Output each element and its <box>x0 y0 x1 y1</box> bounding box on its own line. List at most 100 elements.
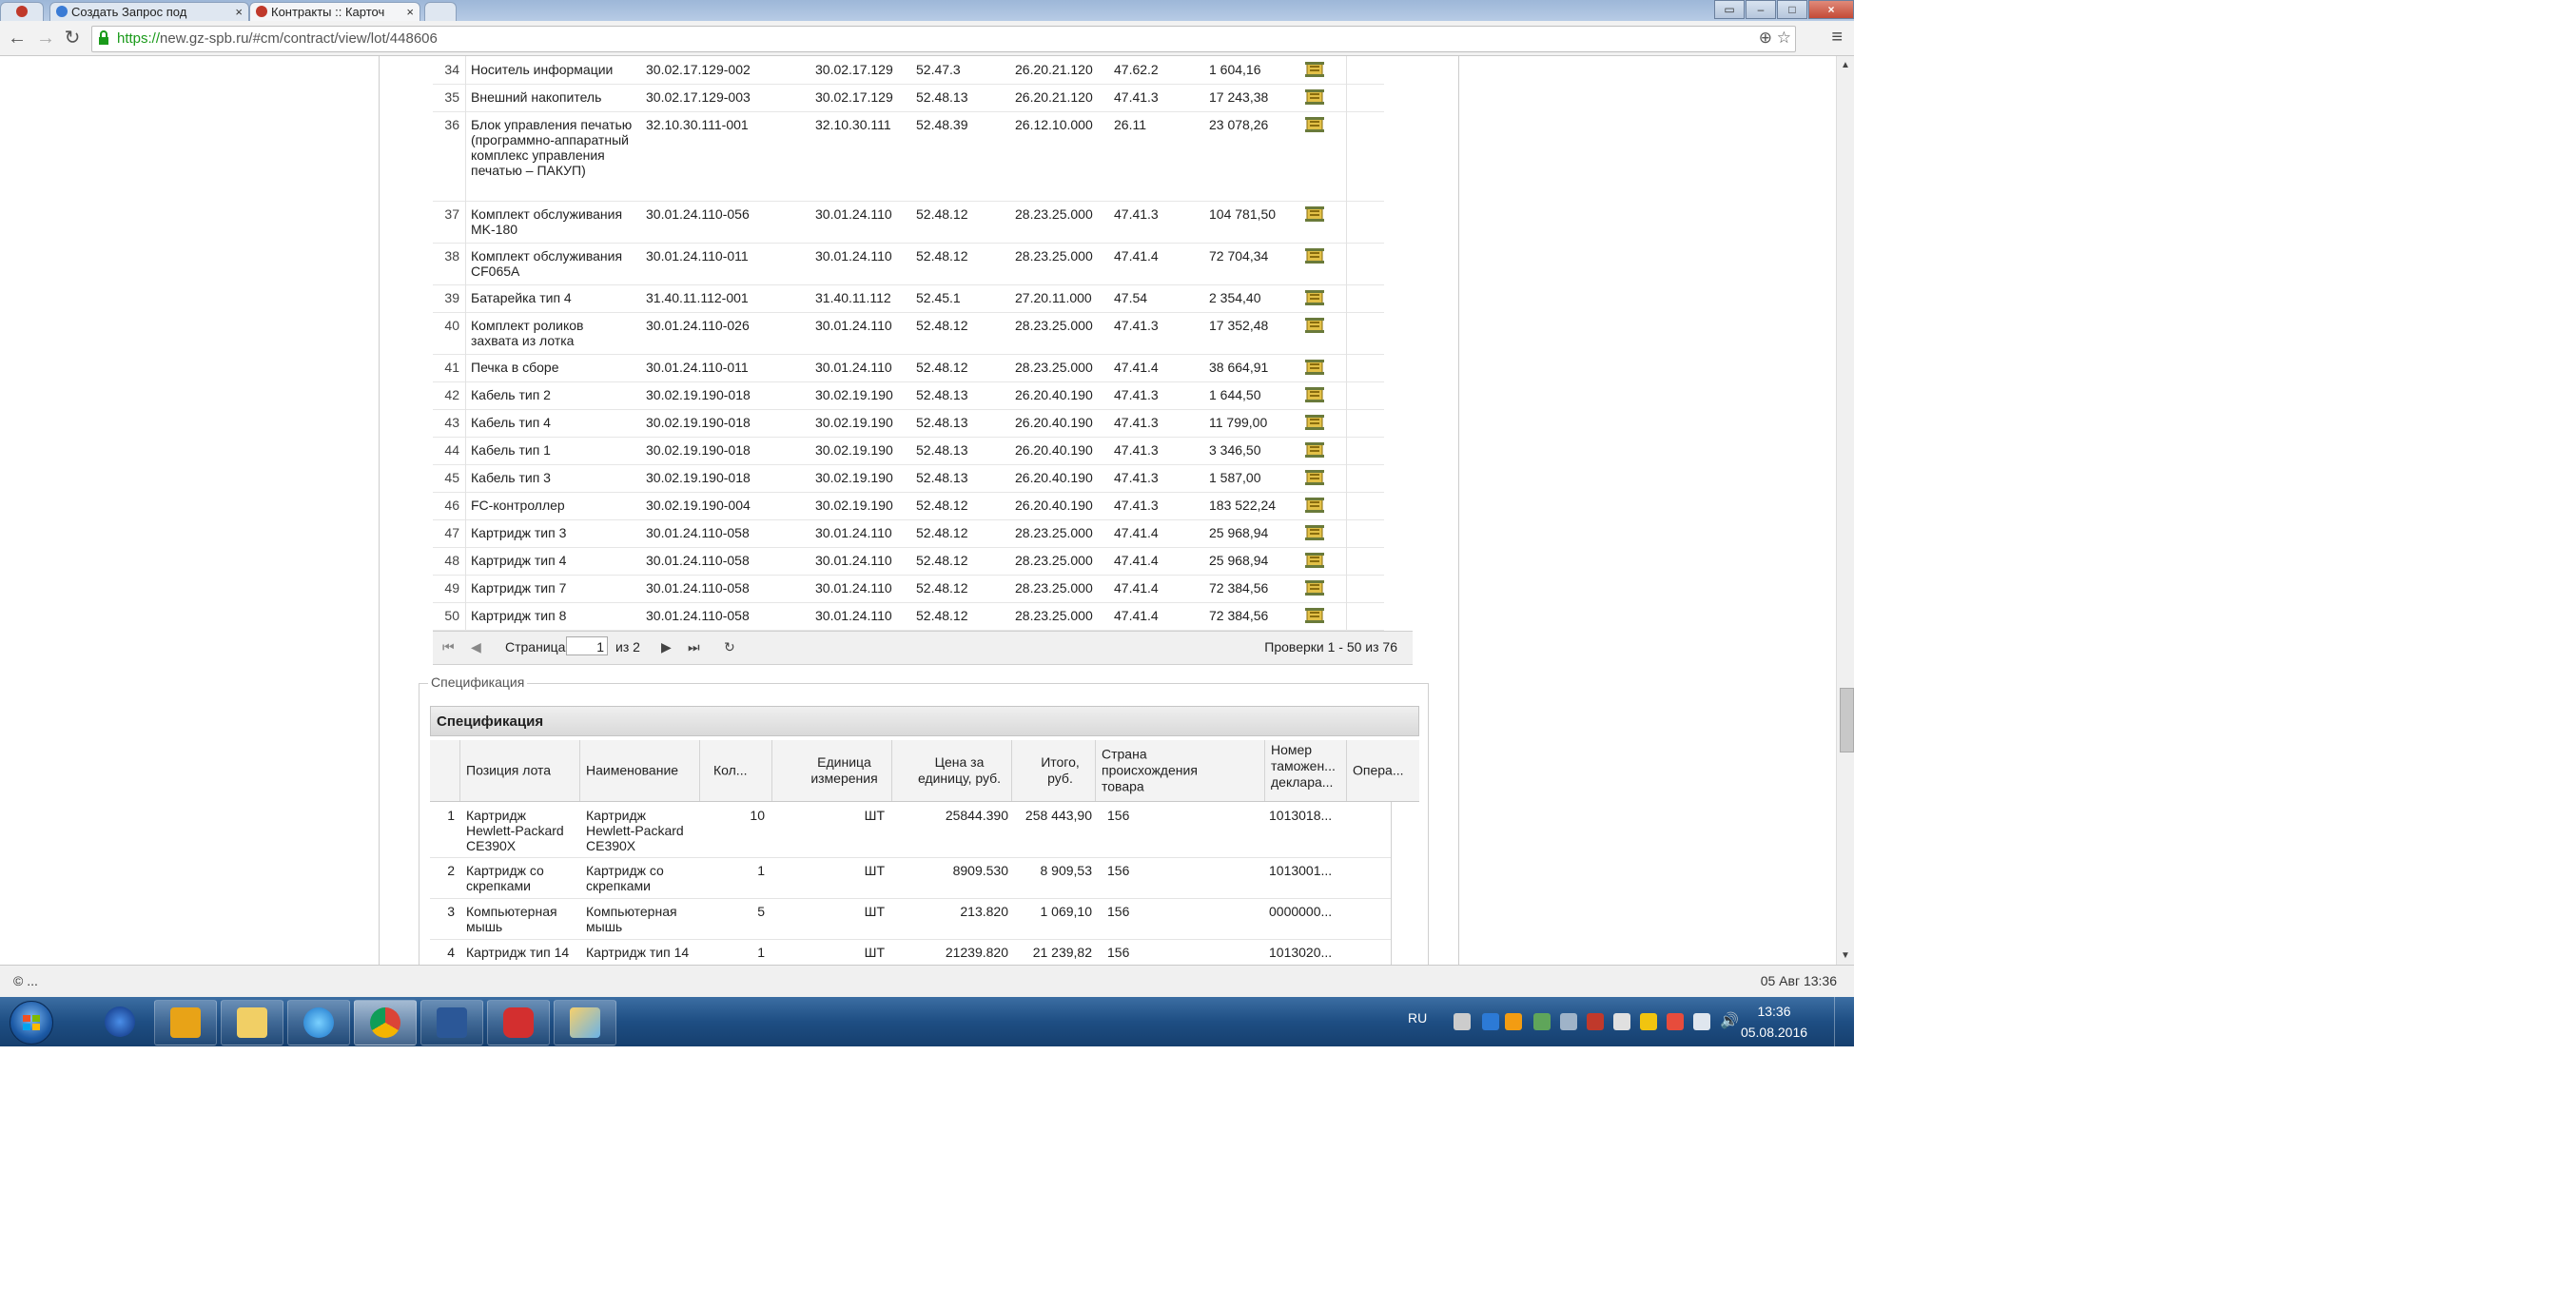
document-icon[interactable] <box>1305 470 1324 485</box>
table-row[interactable]: 49 Картридж тип 7 30.01.24.110-058 30.01.24… <box>433 575 1384 603</box>
table-row[interactable]: 39 Батарейка тип 4 31.40.11.112-001 31.40.1… <box>433 284 1384 313</box>
prev-page-icon[interactable]: ◀ <box>471 639 481 655</box>
spec-row[interactable]: 3 Компьютерная мышь Компьютерная мышь 5 ШТ 21… <box>430 898 1391 940</box>
tray-device-icon[interactable] <box>1613 1013 1630 1030</box>
tray-keyboard-icon[interactable] <box>1454 1013 1471 1030</box>
close-icon[interactable]: × <box>406 3 414 21</box>
spec-row[interactable]: 4 Картридж тип 14 Картридж тип 14 1 ШТ 21239.… <box>430 939 1391 965</box>
column-customs[interactable]: Номер таможен... деклара... <box>1265 740 1347 801</box>
tray-office-icon[interactable] <box>1640 1013 1657 1030</box>
taskbar-app[interactable] <box>154 1000 217 1045</box>
table-row[interactable]: 41 Печка в сборе 30.01.24.110-011 30.01.24.… <box>433 354 1384 382</box>
table-row[interactable]: 38 Комплект обслуживания CF065A 30.01.24.1… <box>433 243 1384 285</box>
document-icon[interactable] <box>1305 608 1324 623</box>
document-icon[interactable] <box>1305 206 1324 222</box>
tray-security-icon[interactable] <box>1587 1013 1604 1030</box>
table-row[interactable]: 36 Блок управления печатью (программно-ап… <box>433 111 1384 202</box>
document-icon[interactable] <box>1305 117 1324 132</box>
start-button[interactable] <box>10 1001 53 1045</box>
table-row[interactable]: 37 Комплект обслуживания MK-180 30.01.24.1… <box>433 201 1384 244</box>
scrollbar-thumb[interactable] <box>1840 688 1854 752</box>
zoom-icon[interactable]: ⊕ <box>1759 29 1772 47</box>
tab-pinned[interactable] <box>0 2 44 21</box>
chrome-menu-icon[interactable]: ≡ <box>1831 27 1843 49</box>
table-row[interactable]: 47 Картридж тип 3 30.01.24.110-058 30.01.24… <box>433 519 1384 548</box>
taskbar-app[interactable] <box>554 1000 616 1045</box>
show-desktop-button[interactable] <box>1834 997 1854 1046</box>
column-price[interactable]: Цена за единицу, руб. <box>892 740 1012 801</box>
taskbar-app[interactable] <box>221 1000 283 1045</box>
document-icon[interactable] <box>1305 442 1324 458</box>
tab-contracts[interactable]: Контракты :: Карточ × <box>249 2 420 21</box>
bookmark-star-icon[interactable]: ☆ <box>1777 29 1791 47</box>
table-row[interactable]: 43 Кабель тип 4 30.02.19.190-018 30.02.19.1… <box>433 409 1384 438</box>
table-row[interactable]: 42 Кабель тип 2 30.02.19.190-018 30.02.19.1… <box>433 381 1384 410</box>
cell-c1: 30.01.24.110-011 <box>646 360 749 375</box>
document-icon[interactable] <box>1305 318 1324 333</box>
taskbar-app[interactable] <box>89 1000 150 1044</box>
table-row[interactable]: 35 Внешний накопитель 30.02.17.129-003 30.0… <box>433 84 1384 112</box>
document-icon[interactable] <box>1305 525 1324 540</box>
column-country[interactable]: Страна происхождения товара <box>1096 740 1265 801</box>
tray-app-icon[interactable] <box>1505 1013 1522 1030</box>
column-qty[interactable]: Кол... <box>700 740 772 801</box>
document-icon[interactable] <box>1305 89 1324 105</box>
column-operations[interactable]: Опера... <box>1347 740 1419 801</box>
tray-share-icon[interactable] <box>1560 1013 1577 1030</box>
spec-row[interactable]: 1 Картридж Hewlett-Packard CE390X Картридж… <box>430 802 1391 858</box>
taskbar-app[interactable] <box>487 1000 550 1045</box>
network-monitor-icon[interactable] <box>1693 1013 1710 1030</box>
refresh-icon[interactable]: ↻ <box>724 639 735 655</box>
reload-icon[interactable]: ↻ <box>61 27 84 49</box>
close-window-button[interactable]: × <box>1808 0 1854 19</box>
document-icon[interactable] <box>1305 360 1324 375</box>
new-tab-button[interactable] <box>424 2 457 21</box>
document-icon[interactable] <box>1305 498 1324 513</box>
next-page-icon[interactable]: ▶ <box>661 639 672 655</box>
document-icon[interactable] <box>1305 580 1324 596</box>
first-page-icon[interactable]: ⏮ <box>442 639 455 655</box>
language-indicator[interactable]: RU <box>1408 1010 1427 1026</box>
column-total[interactable]: Итого, руб. <box>1012 740 1096 801</box>
document-icon[interactable] <box>1305 387 1324 402</box>
table-row[interactable]: 45 Кабель тип 3 30.02.19.190-018 30.02.19.1… <box>433 464 1384 493</box>
tab-label: Контракты :: Карточ <box>271 5 385 19</box>
scroll-up-icon[interactable]: ▲ <box>1841 60 1850 70</box>
taskbar-clock[interactable]: 13:36 05.08.2016 <box>1731 1001 1817 1043</box>
table-row[interactable]: 40 Комплект роликов захвата из лотка 30.01… <box>433 312 1384 355</box>
tab-create-request[interactable]: Создать Запрос под × <box>49 2 249 21</box>
document-icon[interactable] <box>1305 553 1324 568</box>
tray-network-icon[interactable] <box>1533 1013 1551 1030</box>
table-row[interactable]: 44 Кабель тип 1 30.02.19.190-018 30.02.19.1… <box>433 437 1384 465</box>
maximize-button[interactable]: □ <box>1777 0 1807 19</box>
cell-c5: 47.54 <box>1114 290 1148 305</box>
document-icon[interactable] <box>1305 415 1324 430</box>
document-icon[interactable] <box>1305 248 1324 264</box>
last-page-icon[interactable]: ⏭ <box>688 639 700 655</box>
table-row[interactable]: 34 Носитель информации 30.02.17.129-002 30.… <box>433 56 1384 85</box>
bluetooth-icon[interactable] <box>1482 1013 1499 1030</box>
column-position[interactable]: Позиция лота <box>460 740 580 801</box>
forward-arrow-icon[interactable]: → <box>34 27 57 49</box>
action-center-flag-icon[interactable] <box>1667 1013 1684 1030</box>
taskbar-app[interactable] <box>287 1000 350 1045</box>
taskbar-app[interactable] <box>420 1000 483 1045</box>
table-row[interactable]: 46 FC-контроллер 30.02.19.190-004 30.02.19.… <box>433 492 1384 520</box>
page-number-input[interactable]: 1 <box>566 636 608 655</box>
table-row[interactable]: 48 Картридж тип 4 30.01.24.110-058 30.01.24… <box>433 547 1384 576</box>
close-icon[interactable]: × <box>235 3 243 21</box>
page-scrollbar[interactable]: ▲ ▼ <box>1836 56 1854 965</box>
taskbar-app[interactable] <box>354 1000 417 1045</box>
spec-cell-n: 1 <box>447 808 455 823</box>
scroll-down-icon[interactable]: ▼ <box>1841 950 1850 961</box>
table-row[interactable]: 50 Картридж тип 8 30.01.24.110-058 30.01.24… <box>433 602 1384 631</box>
spec-row[interactable]: 2 Картридж со скрепками Картридж со скрепк… <box>430 857 1391 899</box>
minimize-button[interactable]: – <box>1746 0 1776 19</box>
column-name[interactable]: Наименование <box>580 740 700 801</box>
restore-icon[interactable]: ▭ <box>1714 0 1745 19</box>
address-bar[interactable]: https://new.gz-spb.ru/#cm/contract/view/… <box>91 26 1796 52</box>
back-arrow-icon[interactable]: ← <box>6 27 29 49</box>
column-unit[interactable]: Единица измерения <box>772 740 892 801</box>
document-icon[interactable] <box>1305 290 1324 305</box>
document-icon[interactable] <box>1305 62 1324 77</box>
